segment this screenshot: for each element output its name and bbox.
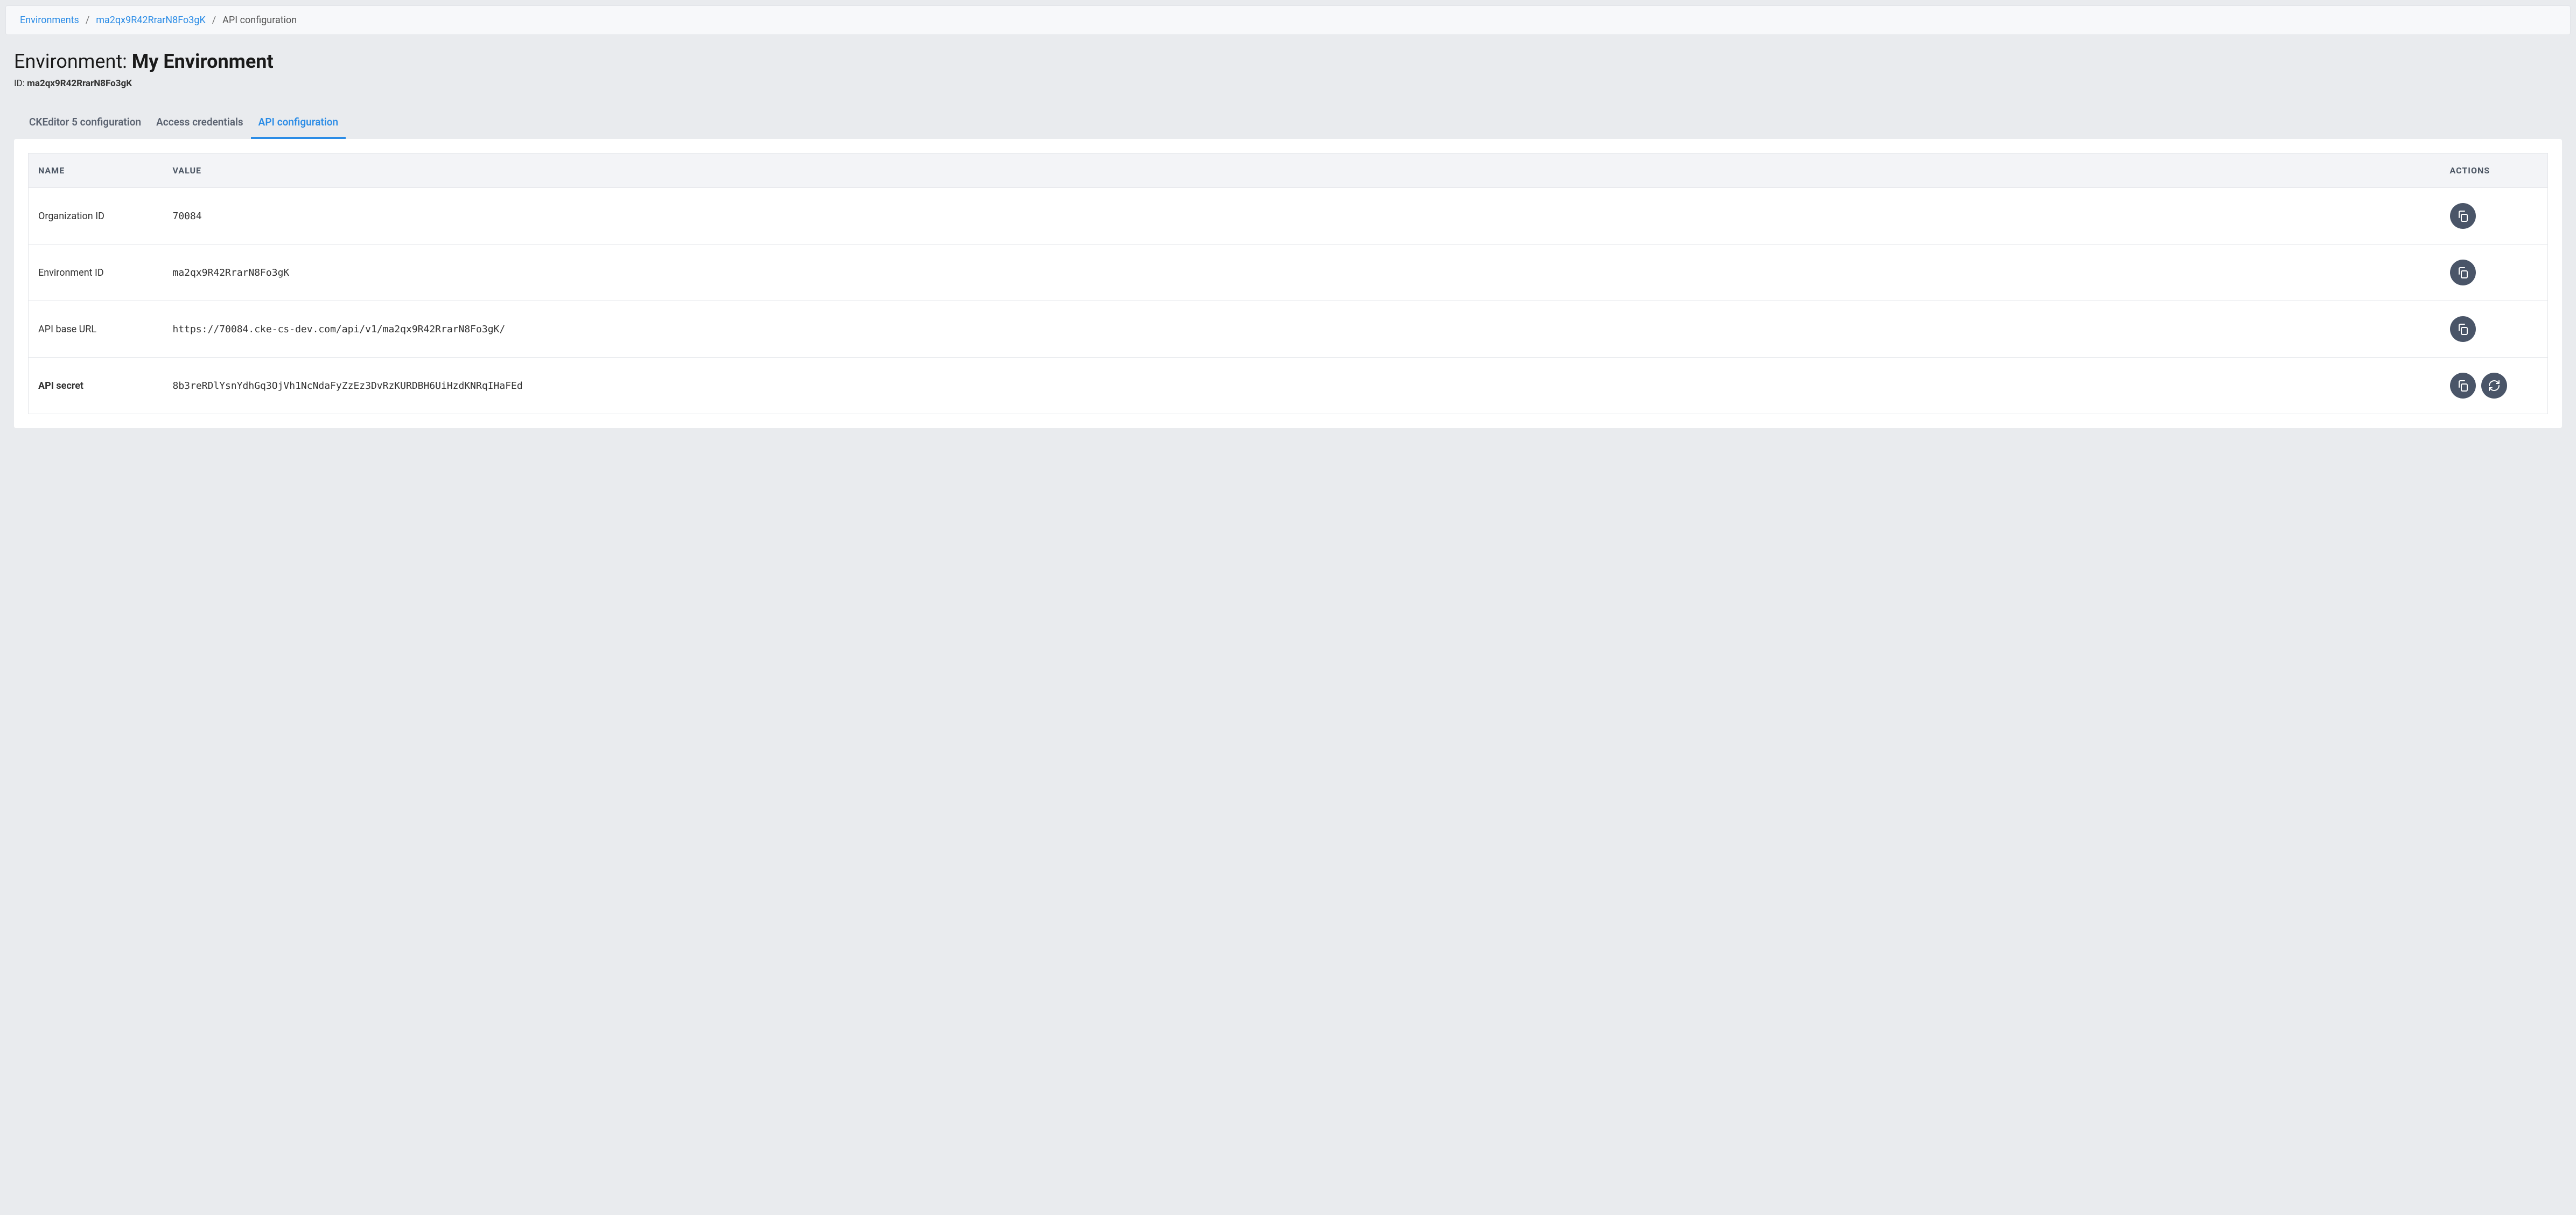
environment-id-label: ID:: [14, 78, 27, 89]
tab-ckeditor5-configuration[interactable]: CKEditor 5 configuration: [22, 108, 149, 139]
copy-icon: [2456, 379, 2469, 392]
table-row: Organization ID 70084: [29, 188, 2548, 245]
panel-api-configuration: NAME VALUE ACTIONS Organization ID 70084: [14, 139, 2562, 428]
table-row: API base URL https://70084.cke-cs-dev.co…: [29, 301, 2548, 358]
table-header-name: NAME: [29, 153, 163, 188]
table-header-value: VALUE: [163, 153, 2440, 188]
table-header-actions: ACTIONS: [2440, 153, 2548, 188]
row-value-organization-id: 70084: [163, 188, 2440, 245]
page-title-name: My Environment: [132, 50, 274, 73]
copy-button[interactable]: [2450, 373, 2476, 399]
breadcrumb-link-environments[interactable]: Environments: [20, 15, 79, 26]
breadcrumb-separator: /: [212, 15, 216, 26]
breadcrumb-link-environment-id[interactable]: ma2qx9R42RrarN8Fo3gK: [96, 15, 206, 26]
copy-button[interactable]: [2450, 316, 2476, 342]
copy-button[interactable]: [2450, 260, 2476, 285]
breadcrumb: Environments / ma2qx9R42RrarN8Fo3gK / AP…: [5, 5, 2571, 35]
copy-icon: [2456, 323, 2469, 336]
page-title-prefix: Environment:: [14, 50, 132, 73]
copy-icon: [2456, 210, 2469, 222]
tab-api-configuration[interactable]: API configuration: [251, 108, 346, 139]
row-value-environment-id: ma2qx9R42RrarN8Fo3gK: [163, 245, 2440, 301]
table-row: API secret 8b3reRDlYsnYdhGq3OjVh1NcNdaFy…: [29, 358, 2548, 414]
row-name-api-secret: API secret: [29, 358, 163, 414]
breadcrumb-current: API configuration: [222, 15, 297, 26]
refresh-button[interactable]: [2481, 373, 2507, 399]
row-name-organization-id: Organization ID: [29, 188, 163, 245]
row-value-api-base-url: https://70084.cke-cs-dev.com/api/v1/ma2q…: [163, 301, 2440, 358]
page-title: Environment: My Environment: [14, 50, 2562, 73]
row-name-environment-id: Environment ID: [29, 245, 163, 301]
environment-id-value: ma2qx9R42RrarN8Fo3gK: [27, 78, 132, 89]
refresh-icon: [2488, 379, 2501, 392]
environment-id-line: ID: ma2qx9R42RrarN8Fo3gK: [14, 78, 2562, 89]
copy-button[interactable]: [2450, 203, 2476, 229]
tab-access-credentials[interactable]: Access credentials: [149, 108, 251, 139]
breadcrumb-separator: /: [86, 15, 89, 26]
copy-icon: [2456, 266, 2469, 279]
table-row: Environment ID ma2qx9R42RrarN8Fo3gK: [29, 245, 2548, 301]
tabs: CKEditor 5 configuration Access credenti…: [22, 108, 2562, 139]
row-value-api-secret: 8b3reRDlYsnYdhGq3OjVh1NcNdaFyZzEz3DvRzKU…: [163, 358, 2440, 414]
config-table: NAME VALUE ACTIONS Organization ID 70084: [28, 153, 2548, 414]
row-name-api-base-url: API base URL: [29, 301, 163, 358]
